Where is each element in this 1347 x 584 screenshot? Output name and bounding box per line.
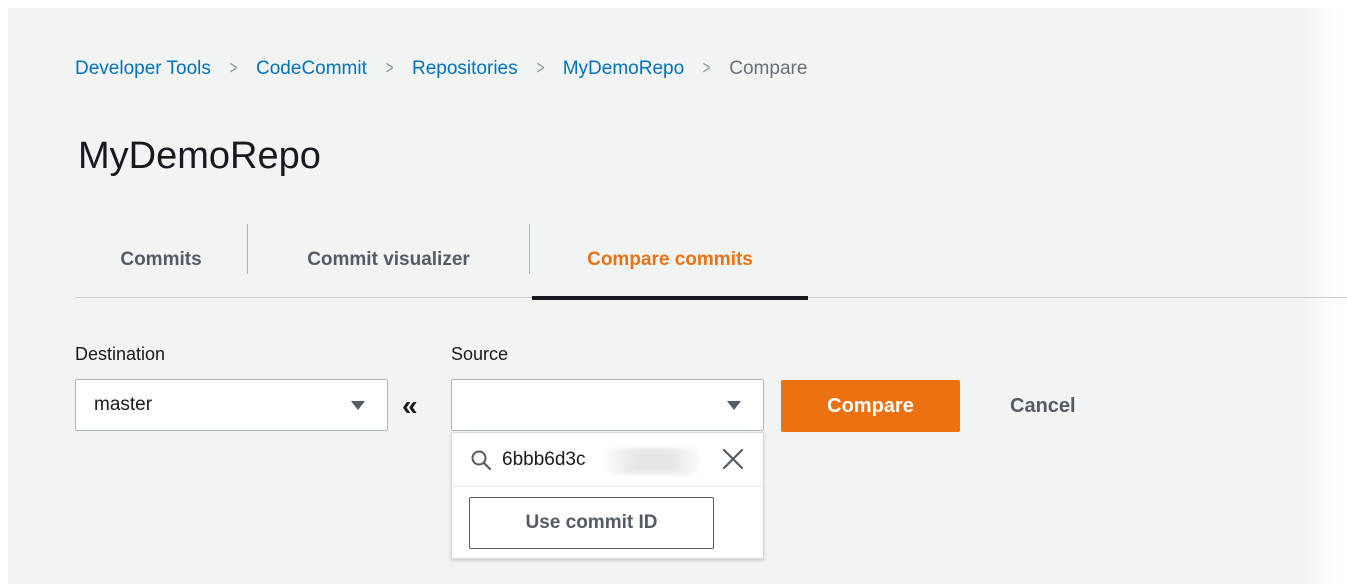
source-dropdown-search: 6bbb6d3c bbox=[452, 433, 763, 487]
caret-down-icon bbox=[727, 400, 741, 410]
breadcrumb-mydemorepo[interactable]: MyDemoRepo bbox=[563, 58, 684, 80]
destination-select[interactable]: master bbox=[75, 379, 388, 431]
breadcrumb-codecommit[interactable]: CodeCommit bbox=[256, 58, 367, 80]
source-dropdown-panel: 6bbb6d3c Use commit ID bbox=[451, 432, 764, 559]
active-tab-indicator bbox=[532, 296, 808, 300]
tab-bar: Commits Commit visualizer Compare commit… bbox=[75, 222, 1347, 300]
search-icon bbox=[470, 449, 492, 471]
source-select[interactable] bbox=[451, 379, 764, 431]
page-title: MyDemoRepo bbox=[78, 135, 321, 177]
destination-label: Destination bbox=[75, 344, 166, 364]
chevron-right-icon: > bbox=[385, 58, 394, 79]
breadcrumb-repositories[interactable]: Repositories bbox=[412, 58, 518, 80]
chevron-right-icon: > bbox=[702, 58, 711, 79]
cancel-button[interactable]: Cancel bbox=[1010, 380, 1076, 432]
source-label: Source bbox=[451, 344, 509, 364]
tab-commits-label: Commits bbox=[120, 249, 202, 270]
caret-down-icon bbox=[351, 400, 365, 410]
breadcrumb-current: Compare bbox=[729, 58, 808, 79]
tab-compare-commits-label: Compare commits bbox=[587, 249, 753, 270]
destination-select-value: master bbox=[94, 394, 153, 415]
compare-button[interactable]: Compare bbox=[781, 380, 960, 432]
commit-search-input[interactable]: 6bbb6d3c bbox=[502, 446, 712, 474]
breadcrumb: Developer Tools > CodeCommit > Repositor… bbox=[75, 58, 807, 80]
tab-commit-visualizer[interactable]: Commit visualizer bbox=[248, 222, 529, 298]
double-chevron-left-icon: « bbox=[402, 390, 418, 421]
redacted-text bbox=[606, 447, 700, 474]
tab-compare-commits[interactable]: Compare commits bbox=[532, 222, 808, 300]
chevron-right-icon: > bbox=[229, 58, 238, 79]
tab-commits[interactable]: Commits bbox=[75, 222, 247, 298]
close-icon[interactable] bbox=[721, 447, 745, 471]
tab-commit-visualizer-label: Commit visualizer bbox=[307, 249, 470, 270]
tab-separator bbox=[529, 224, 530, 274]
commit-search-value: 6bbb6d3c bbox=[502, 448, 586, 470]
chevron-right-icon: > bbox=[536, 58, 545, 79]
breadcrumb-developer-tools[interactable]: Developer Tools bbox=[75, 58, 211, 80]
use-commit-id-button[interactable]: Use commit ID bbox=[469, 497, 714, 549]
